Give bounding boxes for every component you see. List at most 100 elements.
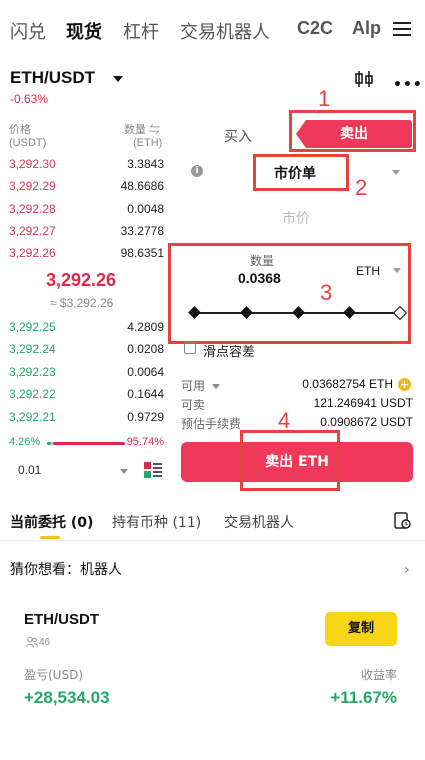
bid-amount: 0.0064 (127, 365, 164, 379)
bid-row[interactable]: 3,292.23 0.0064 (9, 365, 164, 385)
bid-row[interactable]: 3,292.25 4.2809 (9, 320, 164, 340)
annotation-box-4 (240, 430, 340, 491)
bid-row[interactable]: 3,292.22 0.1644 (9, 387, 164, 407)
candlestick-chart-icon[interactable] (354, 70, 374, 88)
annotation-box-1 (289, 110, 416, 152)
slider-step-0[interactable] (188, 306, 201, 319)
price-input[interactable]: 市价 (282, 208, 310, 228)
bot-card-followers: 46 (39, 637, 51, 648)
annotation-number-2: 2 (355, 175, 368, 200)
amount-unit: (ETH) (133, 137, 163, 149)
price-change: -0.63% (10, 92, 49, 106)
plus-icon[interactable]: + (398, 378, 411, 391)
orderbook-layout-icon[interactable] (144, 462, 162, 478)
pair-selector[interactable]: ETH/USDT (10, 68, 95, 88)
tab-spot[interactable]: 现货 (66, 18, 102, 44)
last-price: 3,292.26 (46, 270, 117, 290)
quantity-label: 数量 (250, 254, 275, 268)
ask-amount: 3.3843 (127, 157, 164, 171)
more-options-icon[interactable]: ••• (393, 77, 423, 93)
bid-amount: 0.0208 (127, 342, 164, 356)
precision-select[interactable]: 0.01 (18, 463, 41, 477)
slider-step-75[interactable] (343, 306, 356, 319)
caret-down-icon[interactable] (392, 170, 400, 175)
slider-step-50[interactable] (292, 306, 305, 319)
tab-trading-bots-list[interactable]: 交易机器人 (224, 512, 294, 532)
sellable-label: 可卖 (181, 398, 206, 412)
ratio-bar-sell (53, 442, 125, 445)
quantity-input[interactable]: 0.0368 (238, 270, 281, 286)
menu-icon[interactable] (393, 21, 411, 37)
ask-amount: 48.6686 (120, 179, 164, 193)
bid-price: 3,292.21 (9, 410, 56, 424)
bid-row[interactable]: 3,292.24 0.0208 (9, 342, 164, 362)
price-unit: (USDT) (9, 137, 47, 149)
available-label: 可用 (181, 379, 206, 393)
annotation-number-3: 3 (320, 280, 333, 305)
ask-price: 3,292.27 (9, 224, 56, 238)
tab-open-orders[interactable]: 当前委托 (0) (10, 512, 93, 532)
bid-price: 3,292.22 (9, 387, 56, 401)
tab-convert[interactable]: 闪兑 (10, 18, 46, 44)
bot-card-pair[interactable]: ETH/USDT (24, 611, 99, 628)
slippage-label[interactable]: 滑点容差 (203, 341, 255, 360)
slider-step-25[interactable] (240, 306, 253, 319)
bid-price: 3,292.23 (9, 365, 56, 379)
slippage-checkbox[interactable] (184, 342, 196, 354)
ask-price: 3,292.28 (9, 202, 56, 216)
annotation-number-4: 4 (278, 408, 291, 433)
fee-label: 预估手续费 (181, 417, 242, 431)
quantity-slider[interactable] (188, 305, 408, 321)
divider (0, 540, 425, 541)
ask-row[interactable]: 3,292.29 48.6686 (9, 179, 164, 199)
tab-c2c[interactable]: C2C (297, 18, 333, 39)
ask-amount: 0.0048 (127, 202, 164, 216)
buy-ratio: 4.26% (9, 436, 41, 448)
sell-ratio: 95.74% (126, 436, 164, 448)
ask-row[interactable]: 3,292.26 98.6351 (9, 246, 164, 266)
tab-margin[interactable]: 杠杆 (123, 18, 159, 44)
ask-row[interactable]: 3,292.28 0.0048 (9, 202, 164, 222)
ask-row[interactable]: 3,292.30 3.3843 (9, 157, 164, 177)
sellable-row: 可卖 121.246941 USDT (181, 396, 413, 414)
tab-holdings[interactable]: 持有币种 (11) (112, 512, 201, 532)
ask-row[interactable]: 3,292.27 33.2778 (9, 224, 164, 244)
top-nav: 闪兑 现货 杠杆 交易机器人 C2C Alp (0, 0, 425, 62)
roi-label: 收益率 (360, 668, 397, 682)
amount-header[interactable]: 数量 ⇋ (124, 121, 160, 137)
info-icon[interactable]: i (191, 165, 203, 177)
tab-trading-bots[interactable]: 交易机器人 (180, 18, 270, 44)
copy-bot-button[interactable]: 复制 (325, 612, 397, 646)
caret-down-icon[interactable] (113, 76, 123, 82)
bid-amount: 4.2809 (127, 320, 164, 334)
tab-alpha[interactable]: Alp (352, 18, 382, 39)
fee-value: 0.0908672 USDT (320, 415, 413, 429)
caret-down-icon[interactable] (212, 384, 220, 389)
pnl-label: 盈亏(USD) (24, 668, 84, 682)
bid-amount: 0.1644 (127, 387, 164, 401)
ask-price: 3,292.30 (9, 157, 56, 171)
ask-price: 3,292.26 (9, 246, 56, 260)
price-header: 价格 (9, 124, 31, 136)
active-tab-indicator (40, 536, 60, 539)
ratio-bar (47, 442, 125, 445)
recommendation-label: 猜你想看：机器人 (10, 562, 122, 578)
quantity-unit-select[interactable]: ETH (356, 264, 380, 278)
bid-row[interactable]: 3,292.21 0.9729 (9, 410, 164, 430)
ask-price: 3,292.29 (9, 179, 56, 193)
ask-amount: 33.2778 (120, 224, 164, 238)
buy-sell-ratio: 4.26% 95.74% (9, 436, 164, 450)
annotation-box-2 (253, 154, 349, 191)
chevron-right-icon[interactable]: › (404, 562, 410, 578)
sellable-value: 121.246941 USDT (313, 396, 413, 410)
bid-price: 3,292.25 (9, 320, 56, 334)
caret-down-icon[interactable] (393, 268, 401, 273)
caret-down-icon[interactable] (120, 469, 128, 474)
annotation-number-1: 1 (318, 86, 331, 111)
people-icon (26, 636, 38, 648)
buy-tab[interactable]: 买入 (224, 126, 252, 146)
ratio-bar-buy (47, 442, 51, 445)
order-history-icon[interactable] (394, 512, 411, 529)
bid-amount: 0.9729 (127, 410, 164, 424)
bid-price: 3,292.24 (9, 342, 56, 356)
